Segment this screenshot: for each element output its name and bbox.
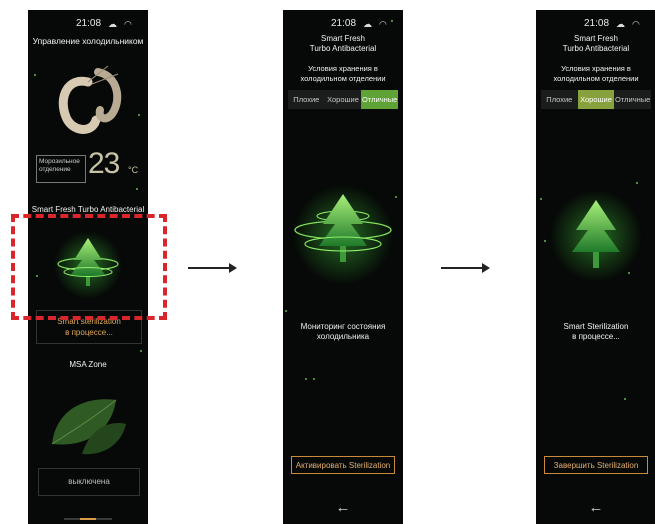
page-title-line2: Turbo Antibacterial	[309, 44, 377, 53]
status-message-line2: в процессе...	[572, 332, 620, 341]
wifi-icon: ◠	[124, 19, 132, 29]
wifi-icon: ◠	[632, 19, 640, 29]
status-bar: 21:08 ☁ ◠	[28, 18, 148, 32]
glow-dot	[624, 398, 626, 400]
glow-dot	[395, 196, 397, 198]
segment-good[interactable]: Хорошие	[324, 90, 362, 109]
storage-condition-selector: Плохие Хорошие Отличные	[288, 90, 399, 109]
freezer-label: Морозильное отделение	[39, 158, 80, 173]
storage-conditions-label-line2: холодильном отделении	[300, 74, 386, 83]
phone-screen-monitoring: 21:08 ☁ ◠ Smart Fresh Turbo Antibacteria…	[283, 10, 403, 524]
glow-dot	[305, 378, 307, 380]
status-time: 21:08	[76, 18, 102, 29]
section-title-smart-fresh: Smart Fresh Turbo Antibacterial	[31, 205, 145, 214]
arrow-right-icon	[188, 263, 237, 273]
page-title-line1: Smart Fresh	[573, 34, 618, 43]
glow-dot	[544, 240, 546, 242]
glow-dot	[136, 188, 138, 190]
glow-dot	[540, 198, 542, 200]
page-title: Управление холодильником	[32, 36, 144, 46]
wifi-icon: ◠	[379, 19, 387, 29]
status-message-line1: Мониторинг состояния	[300, 322, 386, 331]
segment-good[interactable]: Хорошие	[577, 90, 615, 109]
glow-dot	[313, 378, 315, 380]
glow-dot	[285, 310, 287, 312]
storage-condition-selector: Плохие Хорошие Отличные	[541, 90, 652, 109]
glow-dot	[138, 114, 140, 116]
tree-icon	[550, 190, 642, 282]
highlight-frame	[11, 214, 167, 320]
storage-conditions-label-line1: Условия хранения в	[308, 64, 378, 73]
msa-status-card[interactable]: выключена	[38, 468, 140, 496]
scroll-indicator	[64, 518, 112, 520]
status-time: 21:08	[584, 18, 610, 29]
tree-icon	[293, 185, 393, 285]
glow-dot	[636, 182, 638, 184]
segment-bad[interactable]: Плохие	[541, 90, 578, 109]
section-title-msa-zone: MSA Zone	[69, 360, 107, 369]
storage-conditions-label-line2: холодильном отделении	[553, 74, 639, 83]
segment-excellent[interactable]: Отличные	[614, 90, 652, 109]
freezer-temperature: 23	[88, 147, 120, 180]
glow-dot	[391, 20, 393, 22]
back-arrow-icon[interactable]: ←	[536, 499, 655, 516]
glow-dot	[34, 74, 36, 76]
temperature-unit: °C	[128, 165, 139, 175]
shrimp-image	[58, 65, 122, 134]
segment-excellent[interactable]: Отличные	[361, 90, 399, 109]
activate-sterilization-button[interactable]: Активировать Sterilization	[291, 456, 395, 474]
status-message-line2: холодильника	[316, 332, 370, 341]
phone-screen-sterilization: 21:08 ☁ ◠ Smart Fresh Turbo Antibacteria…	[536, 10, 655, 524]
cloud-icon: ☁	[363, 19, 372, 29]
status-message-line1: Smart Sterilization	[563, 322, 629, 331]
status-bar: 21:08 ☁ ◠	[536, 18, 655, 32]
back-arrow-icon[interactable]: ←	[283, 499, 403, 516]
msa-status-text: выключена	[68, 477, 110, 486]
cloud-icon: ☁	[108, 19, 117, 29]
storage-conditions-label-line1: Условия хранения в	[561, 64, 631, 73]
segment-bad[interactable]: Плохие	[288, 90, 325, 109]
sterilization-status-line2: в процессе...	[65, 328, 113, 337]
stop-sterilization-button[interactable]: Завершить Sterilization	[544, 456, 648, 474]
glow-dot	[628, 272, 630, 274]
status-time: 21:08	[331, 18, 357, 29]
freezer-card[interactable]: Морозильное отделение 23 °C	[36, 147, 140, 187]
leaf-image	[51, 399, 126, 455]
page-title-line1: Smart Fresh	[320, 34, 365, 43]
status-bar: 21:08 ☁ ◠	[283, 18, 403, 32]
arrow-right-icon	[441, 263, 490, 273]
glow-dot	[140, 350, 142, 352]
page-title-line2: Turbo Antibacterial	[562, 44, 630, 53]
cloud-icon: ☁	[616, 19, 625, 29]
